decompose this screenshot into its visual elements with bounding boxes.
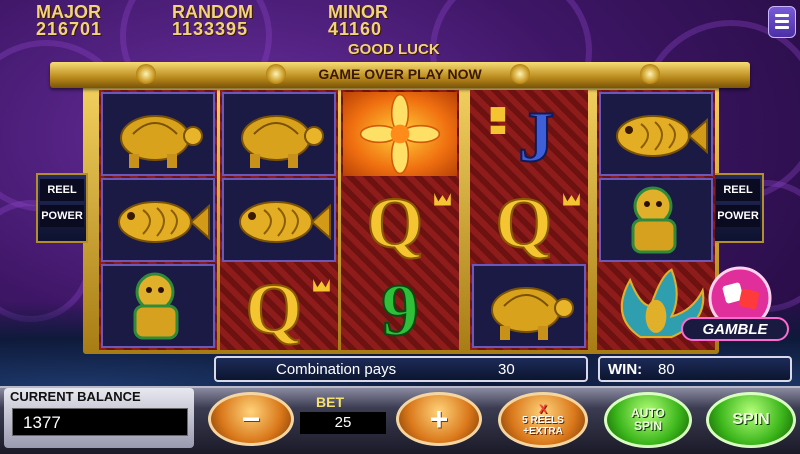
koi-fish-symbol-icon: [599, 92, 713, 176]
good-luck-text: GOOD LUCK: [348, 41, 440, 58]
jackpot-major-value: 216701: [36, 19, 103, 39]
pagoda-roof: GAME OVER PLAY NOW: [50, 62, 750, 88]
reel-power-line2: POWER: [40, 205, 84, 227]
jackpot-minor-value: 41160: [328, 19, 383, 39]
turtle-symbol-icon: [222, 92, 336, 176]
reel-2: Q: [220, 90, 338, 350]
spin-label: SPIN: [633, 419, 662, 433]
queen-q-symbol-icon: Q: [222, 264, 336, 348]
extra-label: +EXTRA: [523, 425, 563, 437]
foo-dog-lion-symbol-icon: [599, 178, 713, 262]
turtle-symbol-icon: [472, 264, 586, 348]
reel-1: [99, 90, 217, 350]
bet-minus-button[interactable]: −: [208, 392, 294, 446]
reel-power-line2: POWER: [716, 205, 760, 227]
five-reels-label: 5 REELS: [522, 414, 564, 426]
jackpot-major: MAJOR 216701: [36, 3, 103, 39]
svg-text:J: J: [518, 96, 554, 176]
current-balance-value: 1377: [12, 408, 188, 436]
five-reels-extra-button[interactable]: X 5 REELS +EXTRA: [498, 392, 588, 448]
nine-symbol-icon: 9: [343, 264, 457, 348]
minus-icon: −: [241, 401, 261, 437]
spin-button-label: SPIN: [732, 411, 770, 428]
jackpot-random-value: 1133395: [172, 19, 249, 39]
win-label: WIN:: [608, 361, 643, 378]
svg-text:9: 9: [381, 270, 418, 348]
combination-pays-value: 30: [498, 361, 515, 378]
reel-3: Q 9: [341, 90, 459, 350]
jackpot-minor: MINOR 41160: [328, 3, 388, 39]
combination-pays-bar: Combination pays 30: [214, 356, 588, 382]
gamble-button[interactable]: GAMBLE: [680, 264, 790, 346]
game-over-banner: GAME OVER PLAY NOW: [318, 66, 482, 82]
gamble-label: GAMBLE: [702, 321, 768, 338]
jack-j-symbol-icon: J: [472, 92, 586, 176]
koi-fish-symbol-icon: [222, 178, 336, 262]
bet-value: 25: [300, 412, 386, 434]
queen-q-symbol-icon: Q: [343, 178, 457, 262]
close-x-icon: X: [538, 401, 547, 416]
win-bar: WIN: 80: [598, 356, 792, 382]
plus-icon: +: [429, 401, 449, 437]
reel-power-line1: REEL: [40, 179, 84, 201]
bet-label: BET: [316, 394, 344, 410]
auto-spin-button[interactable]: AUTO SPIN: [604, 392, 692, 448]
svg-text:Q: Q: [246, 268, 302, 348]
jackpot-random: RANDOM 1133395: [172, 3, 253, 39]
current-balance-label: CURRENT BALANCE: [10, 389, 141, 404]
flower-symbol-icon: [343, 92, 457, 176]
bet-plus-button[interactable]: +: [396, 392, 482, 446]
win-value: 80: [658, 361, 675, 378]
reel-4: J Q: [470, 90, 588, 350]
spin-button[interactable]: SPIN: [706, 392, 796, 448]
combination-pays-label: Combination pays: [276, 361, 397, 378]
reel-power-left: REEL POWER: [36, 173, 88, 243]
reel-power-line1: REEL: [716, 179, 760, 201]
foo-dog-lion-symbol-icon: [101, 264, 215, 348]
queen-q-symbol-icon: Q: [472, 178, 586, 262]
svg-text:Q: Q: [367, 182, 423, 262]
koi-fish-symbol-icon: [101, 178, 215, 262]
turtle-symbol-icon: [101, 92, 215, 176]
svg-text:Q: Q: [496, 182, 552, 262]
menu-icon[interactable]: [768, 6, 796, 38]
reel-power-right: REEL POWER: [712, 173, 764, 243]
